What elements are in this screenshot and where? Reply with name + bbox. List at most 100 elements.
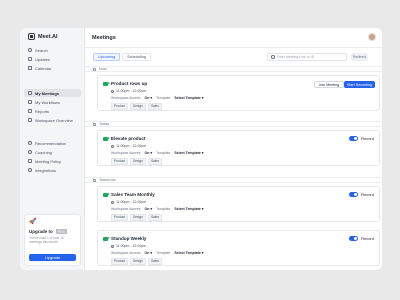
- sidebar-item-my-workflows[interactable]: My Workflows: [24, 98, 81, 106]
- tab-upcoming[interactable]: Upcoming: [93, 53, 121, 61]
- section-checkbox[interactable]: [93, 178, 96, 182]
- record-toggle[interactable]: [349, 136, 359, 141]
- main-panel: Meetings Upcoming Scheduling Redirect No…: [85, 28, 382, 270]
- app-window: Meet.AI Search Updates Calendar My Meeti…: [20, 28, 382, 270]
- star-icon: [28, 141, 32, 145]
- workspace-access-select[interactable]: On ▾: [145, 96, 153, 100]
- tab-scheduling[interactable]: Scheduling: [122, 53, 151, 61]
- video-icon: [103, 236, 110, 241]
- start-recording-button[interactable]: Start Recording: [344, 81, 375, 88]
- search-icon: [271, 55, 275, 59]
- meeting-card[interactable]: Sales Team Monthly 11:00pm - 12:00pm Wor…: [97, 186, 380, 222]
- template-value: Select Template: [174, 251, 201, 255]
- meeting-title: Product rows up: [111, 81, 148, 86]
- tag: Design: [130, 214, 146, 221]
- upgrade-card: 🚀 Upgrade to PRO You've used 1 of your 1…: [24, 214, 81, 266]
- sidebar: Meet.AI Search Updates Calendar My Meeti…: [20, 28, 85, 270]
- section-checkbox[interactable]: [93, 67, 96, 71]
- app-logo-icon: [28, 33, 35, 40]
- upgrade-button[interactable]: Upgrade: [29, 254, 76, 261]
- sidebar-item-reports[interactable]: Reports: [24, 107, 81, 115]
- meeting-time: 11:00pm - 12:00pm: [116, 144, 147, 148]
- meeting-title: Elevate product: [111, 136, 146, 141]
- upgrade-title: Upgrade to: [29, 229, 53, 234]
- workspace-access-select[interactable]: On ▾: [145, 251, 153, 255]
- section-today: Today: [85, 121, 382, 127]
- template-select[interactable]: Select Template ▾: [174, 251, 203, 255]
- record-toggle[interactable]: [349, 236, 359, 241]
- template-value: Select Template: [174, 207, 201, 211]
- tag: Product: [111, 158, 128, 165]
- template-select[interactable]: Select Template ▾: [174, 96, 203, 100]
- sidebar-item-label: Calendar: [35, 65, 52, 71]
- template-label: Template: [156, 251, 171, 255]
- workspace-access-value: On: [144, 151, 150, 155]
- plug-icon: [28, 168, 32, 172]
- calendar-icon: [28, 66, 32, 70]
- sidebar-item-search[interactable]: Search: [24, 46, 81, 54]
- sidebar-item-label: Integrations: [35, 167, 56, 173]
- meeting-card[interactable]: Product rows up 11:00pm - 12:00pm Worksp…: [97, 75, 380, 111]
- section-label: Today: [99, 122, 110, 126]
- tabs: Upcoming Scheduling: [93, 53, 151, 61]
- workspace-access-select[interactable]: On ▾: [145, 207, 153, 211]
- workspace-access-value: On: [144, 207, 150, 211]
- record-toggle[interactable]: [349, 192, 359, 197]
- section-label: Tomorrow: [99, 178, 116, 182]
- meeting-link-search: [267, 53, 347, 61]
- meeting-time: 11:00pm - 12:00pm: [116, 244, 147, 248]
- avatar[interactable]: [368, 33, 376, 41]
- sidebar-item-meeting-policy[interactable]: Meeting Policy: [24, 157, 81, 165]
- meeting-card[interactable]: Elevate product 11:00pm - 12:00pm Worksp…: [97, 130, 380, 166]
- redirect-button[interactable]: Redirect: [351, 53, 368, 61]
- sidebar-item-label: My Meetings: [35, 90, 60, 96]
- record-label: Record: [361, 136, 374, 141]
- workspace-access-value: On: [144, 96, 150, 100]
- workspace-access-label: Workspace Access: [111, 151, 141, 155]
- section-checkbox[interactable]: [93, 122, 96, 126]
- template-select[interactable]: Select Template ▾: [174, 151, 203, 155]
- header-divider: [85, 47, 382, 48]
- meeting-card[interactable]: Standup Weekly 11:00pm - 12:00pm Workspa…: [97, 230, 380, 266]
- workspace-access-label: Workspace Access: [111, 251, 141, 255]
- join-meeting-button[interactable]: Join Meeting: [313, 81, 344, 88]
- sidebar-item-workspace-overview[interactable]: Workspace Overview: [24, 116, 81, 124]
- sidebar-item-label: Meeting Policy: [35, 158, 62, 164]
- meeting-time: 11:00pm - 12:00pm: [116, 200, 147, 204]
- workspace-access-label: Workspace Access: [111, 207, 141, 211]
- tag: Sales: [147, 158, 162, 165]
- reports-icon: [28, 109, 32, 113]
- clock-icon: [111, 89, 114, 93]
- rocket-icon: 🚀: [29, 219, 37, 225]
- policy-icon: [28, 159, 32, 163]
- sidebar-item-recommendation[interactable]: Recommendation: [24, 139, 81, 147]
- tag: Design: [130, 158, 146, 165]
- sidebar-item-coaching[interactable]: Coaching: [24, 148, 81, 156]
- sidebar-item-my-meetings[interactable]: My Meetings: [24, 89, 81, 97]
- clock-icon: [111, 244, 114, 248]
- meeting-title: Sales Team Monthly: [111, 192, 155, 197]
- grid-icon: [28, 118, 32, 122]
- sidebar-item-label: Updates: [35, 56, 50, 62]
- sidebar-item-label: Workspace Overview: [35, 117, 73, 123]
- video-icon: [103, 136, 110, 141]
- brand[interactable]: Meet.AI: [28, 33, 58, 40]
- upgrade-title-row: Upgrade to PRO: [29, 229, 76, 234]
- sidebar-item-calendar[interactable]: Calendar: [24, 64, 81, 72]
- template-value: Select Template: [174, 151, 201, 155]
- record-label: Record: [361, 236, 374, 241]
- template-select[interactable]: Select Template ▾: [174, 207, 203, 211]
- sidebar-item-label: Recommendation: [35, 140, 67, 146]
- upgrade-text: You've used 1 of your 10 meetings this m…: [29, 236, 64, 245]
- sidebar-item-updates[interactable]: Updates: [24, 55, 81, 63]
- clock-icon: [111, 144, 114, 148]
- sidebar-item-label: My Workflows: [35, 99, 60, 105]
- tag: Product: [111, 103, 128, 110]
- meeting-time: 11:00pm - 12:00pm: [116, 89, 147, 93]
- meeting-link-input[interactable]: [276, 55, 345, 59]
- sidebar-item-integrations[interactable]: Integrations: [24, 166, 81, 174]
- page-title: Meetings: [92, 35, 116, 41]
- tag: Sales: [147, 103, 162, 110]
- template-value: Select Template: [174, 96, 201, 100]
- workspace-access-select[interactable]: On ▾: [145, 151, 153, 155]
